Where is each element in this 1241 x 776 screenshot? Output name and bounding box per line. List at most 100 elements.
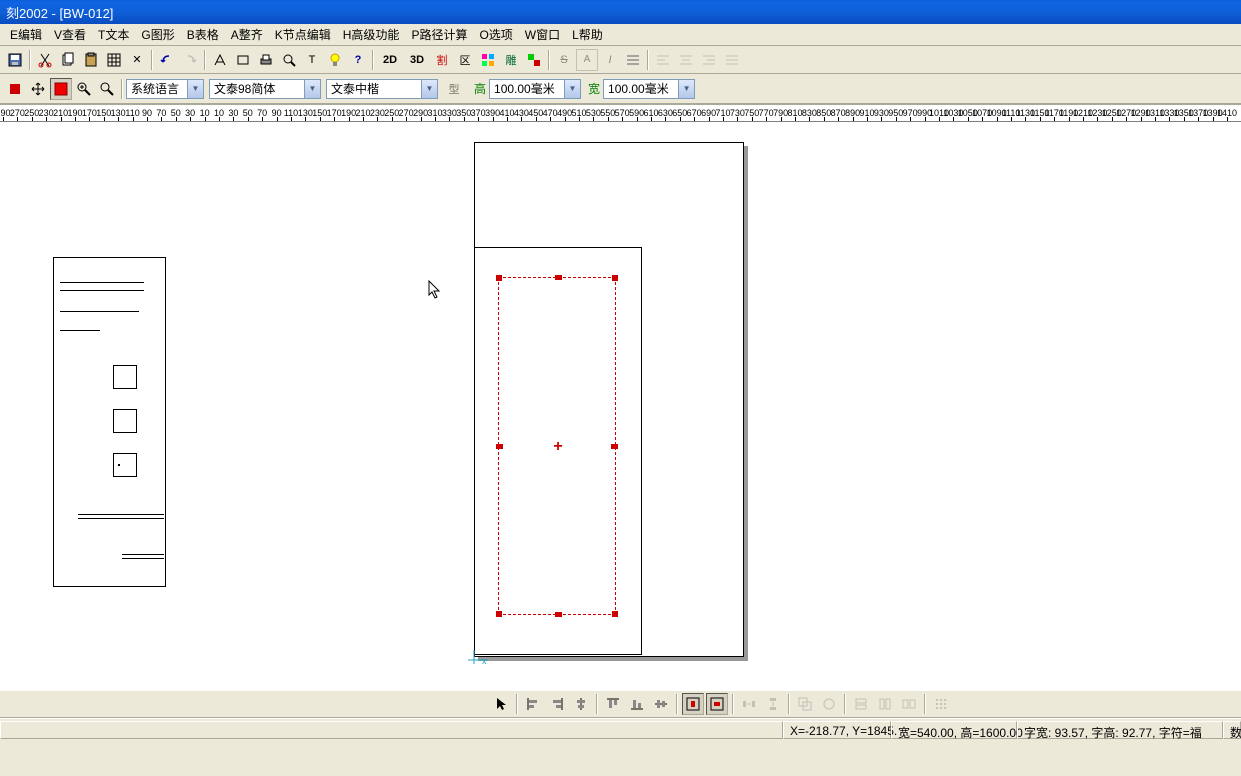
zoom-fit-icon[interactable] bbox=[96, 78, 118, 100]
help-icon[interactable]: ? bbox=[347, 49, 369, 71]
align-bottom-obj-icon[interactable] bbox=[626, 693, 648, 715]
menu-align[interactable]: A整齐 bbox=[225, 24, 269, 45]
preview-icon[interactable] bbox=[278, 49, 300, 71]
fill-red-icon[interactable] bbox=[4, 78, 26, 100]
copy-icon[interactable] bbox=[57, 49, 79, 71]
font1-select-value: 文泰98简体 bbox=[210, 80, 304, 97]
dist-v-icon[interactable] bbox=[762, 693, 784, 715]
chevron-down-icon: ▼ bbox=[421, 80, 437, 98]
align-left-obj-icon[interactable] bbox=[522, 693, 544, 715]
width-select[interactable]: 100.00毫米 ▼ bbox=[603, 79, 695, 99]
font2-select[interactable]: 文泰中楷 ▼ bbox=[326, 79, 438, 99]
snap-grid-icon[interactable] bbox=[930, 693, 952, 715]
menu-advanced[interactable]: H高级功能 bbox=[337, 24, 406, 45]
align-hcenter-icon[interactable] bbox=[570, 693, 592, 715]
menu-table[interactable]: B表格 bbox=[181, 24, 225, 45]
menu-options[interactable]: O选项 bbox=[473, 24, 518, 45]
menu-edit[interactable]: E编辑 bbox=[4, 24, 48, 45]
ungroup-icon[interactable] bbox=[818, 693, 840, 715]
statusbar: X=-218.77, Y=1845. 宽=540.00, 高=1600.00 字… bbox=[0, 718, 1241, 740]
handle-bl[interactable] bbox=[496, 611, 502, 617]
canvas[interactable]: + x bbox=[0, 122, 1241, 690]
group-icon[interactable] bbox=[794, 693, 816, 715]
align-right-obj-icon[interactable] bbox=[546, 693, 568, 715]
text-box-icon[interactable]: A bbox=[576, 49, 598, 71]
handle-br[interactable] bbox=[612, 611, 618, 617]
status-coords: X=-218.77, Y=1845. bbox=[783, 721, 891, 739]
color-swatch-icon[interactable] bbox=[523, 49, 545, 71]
dist-h-icon[interactable] bbox=[738, 693, 760, 715]
window-controls bbox=[1213, 3, 1235, 21]
2d-button[interactable]: 2D bbox=[377, 49, 403, 71]
titlebar: 刻2002 - [BW-012] bbox=[0, 0, 1241, 24]
undo-icon[interactable] bbox=[156, 49, 178, 71]
cut-mode-button[interactable]: 割 bbox=[431, 49, 453, 71]
same-width-icon[interactable] bbox=[850, 693, 872, 715]
handle-mr[interactable] bbox=[611, 444, 618, 449]
strikethrough-icon[interactable]: S bbox=[553, 49, 575, 71]
lightbulb-icon[interactable] bbox=[324, 49, 346, 71]
delete-icon[interactable]: ✕ bbox=[126, 49, 148, 71]
redo-icon[interactable] bbox=[179, 49, 201, 71]
align-left-icon[interactable] bbox=[652, 49, 674, 71]
language-select[interactable]: 系统语言 ▼ bbox=[126, 79, 204, 99]
height-value: 100.00毫米 bbox=[490, 80, 564, 97]
align-justify-icon[interactable] bbox=[721, 49, 743, 71]
align-vcenter-icon[interactable] bbox=[650, 693, 672, 715]
same-size-icon[interactable] bbox=[898, 693, 920, 715]
carve-button[interactable]: 雕 bbox=[500, 49, 522, 71]
status-charinfo: 字宽: 93.57, 字高: 92.77, 字符=福 bbox=[1017, 721, 1223, 739]
print-icon[interactable] bbox=[255, 49, 277, 71]
align-top-obj-icon[interactable] bbox=[602, 693, 624, 715]
same-height-icon[interactable] bbox=[874, 693, 896, 715]
language-select-value: 系统语言 bbox=[127, 80, 187, 97]
align-right-icon[interactable] bbox=[698, 49, 720, 71]
pattern-icon[interactable] bbox=[477, 49, 499, 71]
tool-text-icon[interactable]: T bbox=[301, 49, 323, 71]
menu-window[interactable]: W窗口 bbox=[519, 24, 566, 45]
handle-tl[interactable] bbox=[496, 275, 502, 281]
menu-help[interactable]: L帮助 bbox=[566, 24, 609, 45]
handle-ml[interactable] bbox=[496, 444, 503, 449]
arrow-tool-icon[interactable] bbox=[490, 693, 512, 715]
italic-icon[interactable]: I bbox=[599, 49, 621, 71]
toolbar-bottom bbox=[0, 690, 1241, 718]
font2-select-value: 文泰中楷 bbox=[327, 80, 421, 97]
cut-icon[interactable] bbox=[34, 49, 56, 71]
grid-icon[interactable] bbox=[103, 49, 125, 71]
chevron-down-icon: ▼ bbox=[564, 80, 580, 98]
center-page-v-icon[interactable] bbox=[706, 693, 728, 715]
status-num: 数 bbox=[1223, 721, 1241, 739]
selected-object[interactable]: + bbox=[498, 277, 616, 615]
menu-path[interactable]: P路径计算 bbox=[405, 24, 473, 45]
chevron-down-icon: ▼ bbox=[678, 80, 694, 98]
menu-text[interactable]: T文本 bbox=[92, 24, 135, 45]
type-button[interactable]: 型 bbox=[443, 78, 465, 100]
3d-button[interactable]: 3D bbox=[404, 49, 430, 71]
svg-text:x: x bbox=[482, 656, 487, 666]
handle-bm[interactable] bbox=[555, 612, 562, 617]
toolbar-properties: 系统语言 ▼ 文泰98简体 ▼ 文泰中楷 ▼ 型 高 100.00毫米 ▼ 宽 … bbox=[0, 74, 1241, 104]
menu-shape[interactable]: G图形 bbox=[135, 24, 180, 45]
format-icon[interactable] bbox=[622, 49, 644, 71]
menubar: E编辑 V查看 T文本 G图形 B表格 A整齐 K节点编辑 H高级功能 P路径计… bbox=[0, 24, 1241, 46]
move-icon[interactable] bbox=[27, 78, 49, 100]
tool-rect-icon[interactable] bbox=[232, 49, 254, 71]
font1-select[interactable]: 文泰98简体 ▼ bbox=[209, 79, 321, 99]
width-label: 宽 bbox=[588, 80, 600, 97]
paste-icon[interactable] bbox=[80, 49, 102, 71]
handle-tr[interactable] bbox=[612, 275, 618, 281]
menu-view[interactable]: V查看 bbox=[48, 24, 92, 45]
save-icon[interactable] bbox=[4, 49, 26, 71]
select-fill-icon[interactable] bbox=[50, 78, 72, 100]
chevron-down-icon: ▼ bbox=[187, 80, 203, 98]
chevron-down-icon: ▼ bbox=[304, 80, 320, 98]
height-select[interactable]: 100.00毫米 ▼ bbox=[489, 79, 581, 99]
tool-a-icon[interactable] bbox=[209, 49, 231, 71]
menu-node[interactable]: K节点编辑 bbox=[269, 24, 337, 45]
center-page-h-icon[interactable] bbox=[682, 693, 704, 715]
x-mode-button[interactable]: 区 bbox=[454, 49, 476, 71]
zoom-in-icon[interactable] bbox=[73, 78, 95, 100]
handle-tm[interactable] bbox=[555, 275, 562, 280]
align-center-icon[interactable] bbox=[675, 49, 697, 71]
